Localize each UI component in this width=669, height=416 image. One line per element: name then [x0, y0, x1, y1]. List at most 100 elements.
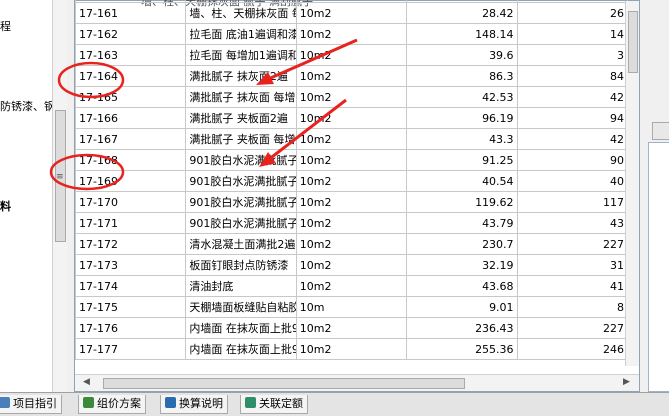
tab-project-guide[interactable]: 项目指引: [0, 395, 62, 414]
row-code[interactable]: 17-162: [74, 23, 187, 45]
row-unit[interactable]: 10m2: [295, 338, 408, 360]
row-price[interactable]: 86.3: [406, 65, 518, 87]
row-unit[interactable]: 10m2: [295, 44, 408, 66]
row-unit[interactable]: 10m2: [295, 86, 408, 108]
row-unit[interactable]: 10m2: [295, 233, 408, 255]
tab-related-quota[interactable]: 关联定额: [240, 395, 308, 414]
row-unit[interactable]: 10m2: [295, 23, 408, 45]
row-extra[interactable]: 40: [516, 170, 629, 192]
table-row[interactable]: 17-173 板面钉眼封点防锈漆 10m2 32.19 31: [74, 254, 629, 276]
row-code[interactable]: 17-172: [74, 233, 187, 255]
row-price[interactable]: 119.62: [406, 191, 518, 213]
row-name[interactable]: 901胶白水泥满批腻子 刮糙面增减批白水泥腻子1遍: [185, 212, 297, 234]
row-extra[interactable]: 42: [516, 128, 629, 150]
table-row[interactable]: 17-163拉毛面 每增加1遍调和漆10m239.63: [74, 44, 629, 66]
row-extra[interactable]: 94: [516, 107, 629, 129]
table-row[interactable]: 17-164 满批腻子 抹灰面2遍 10m2 86.3 84: [74, 65, 629, 87]
table-row[interactable]: 17-172清水混凝土面满批2遍901胶白水泥腻子10m2230.7227: [74, 233, 629, 255]
row-unit[interactable]: 10m2: [295, 107, 408, 129]
left-tree-item[interactable]: 料: [0, 198, 11, 214]
row-name[interactable]: 拉毛面 每增加1遍调和漆: [185, 44, 297, 66]
table-row[interactable]: 17-169901胶白水泥满批腻子 抹灰面增减批白水泥腻子1遍10m240.54…: [74, 170, 629, 192]
row-unit[interactable]: 10m2: [295, 317, 408, 339]
row-unit[interactable]: 10m2: [295, 65, 408, 87]
row-name[interactable]: 拉毛面 底油1遍调和漆2遍: [185, 23, 297, 45]
row-unit[interactable]: 10m2: [295, 212, 408, 234]
row-code[interactable]: 17-176: [74, 317, 187, 339]
row-code[interactable]: 17-163: [74, 44, 187, 66]
scroll-left-icon[interactable]: ◀: [83, 377, 90, 387]
row-code[interactable]: 17-168: [74, 149, 187, 171]
table-row[interactable]: 17-175天棚墙面板缝贴自粘胶带10m9.018: [74, 296, 629, 318]
row-code[interactable]: 17-171: [74, 212, 187, 234]
row-extra[interactable]: 90: [516, 149, 629, 171]
row-unit[interactable]: 10m2: [295, 2, 408, 24]
left-scrollbar[interactable]: ≡: [52, 0, 67, 392]
vertical-scrollbar-thumb[interactable]: [628, 11, 638, 73]
row-extra[interactable]: 117: [516, 191, 629, 213]
row-name[interactable]: 满批腻子 夹板面2遍: [185, 107, 297, 129]
row-price[interactable]: 43.3: [406, 128, 518, 150]
horizontal-scrollbar-thumb[interactable]: [103, 378, 465, 389]
table-row[interactable]: 17-174 清油封底 10m2 43.68 41: [74, 275, 629, 297]
row-price[interactable]: 230.7: [406, 233, 518, 255]
table-row[interactable]: 17-162拉毛面 底油1遍调和漆2遍10m2148.1414: [74, 23, 629, 45]
row-price[interactable]: 39.6: [406, 44, 518, 66]
row-price[interactable]: 28.42: [406, 2, 518, 24]
row-unit[interactable]: 10m2: [295, 191, 408, 213]
row-name[interactable]: 内墙面 在抹灰面上批901胶白水泥腻子三遍、刷乳胶漆3遍: [185, 338, 297, 360]
row-code[interactable]: 17-174: [74, 275, 187, 297]
grid-horizontal-scrollbar[interactable]: ◀ ▶: [75, 374, 639, 391]
row-name[interactable]: 清油封底: [185, 275, 297, 297]
row-code[interactable]: 17-169: [74, 170, 187, 192]
row-extra[interactable]: 227: [516, 233, 629, 255]
table-row[interactable]: 17-165满批腻子 抹灰面 每增减1遍10m242.5342: [74, 86, 629, 108]
row-price[interactable]: 96.19: [406, 107, 518, 129]
row-code[interactable]: 17-167: [74, 128, 187, 150]
row-code[interactable]: 17-164: [74, 65, 187, 87]
row-name[interactable]: 901胶白水泥满批腻子 刮糙面2遍: [185, 191, 297, 213]
table-row[interactable]: 17-177内墙面 在抹灰面上批901胶白水泥腻子三遍、刷乳胶漆3遍10m225…: [74, 338, 629, 360]
grid-vertical-scrollbar[interactable]: [625, 1, 639, 366]
row-code[interactable]: 17-177: [74, 338, 187, 360]
table-row[interactable]: 17-176内墙面 在抹灰面上批901胶混合腻子三遍、刷乳胶漆3遍10m2236…: [74, 317, 629, 339]
row-unit[interactable]: 10m2: [295, 149, 408, 171]
row-extra[interactable]: 14: [516, 23, 629, 45]
row-extra[interactable]: 42: [516, 86, 629, 108]
row-price[interactable]: 255.36: [406, 338, 518, 360]
row-extra[interactable]: 3: [516, 44, 629, 66]
table-row[interactable]: 17-168901胶白水泥满批腻子 抹灰面、石膏板面2遍10m291.2590: [74, 149, 629, 171]
row-price[interactable]: 236.43: [406, 317, 518, 339]
row-name[interactable]: 内墙面 在抹灰面上批901胶混合腻子三遍、刷乳胶漆3遍: [185, 317, 297, 339]
row-name[interactable]: 墙、柱、天棚抹灰面 每增加1遍调和漆: [185, 2, 297, 24]
row-code[interactable]: 17-166: [74, 107, 187, 129]
row-unit[interactable]: 10m2: [295, 254, 408, 276]
row-unit[interactable]: 10m2: [295, 275, 408, 297]
scroll-right-icon[interactable]: ▶: [623, 377, 630, 387]
table-row[interactable]: 17-167满批腻子 夹板面 每增减1遍10m243.342: [74, 128, 629, 150]
tab-conversion-notes[interactable]: 换算说明: [160, 395, 228, 414]
row-price[interactable]: 91.25: [406, 149, 518, 171]
row-unit[interactable]: 10m: [295, 296, 408, 318]
row-name[interactable]: 满批腻子 抹灰面 每增减1遍: [185, 86, 297, 108]
row-code[interactable]: 17-161: [74, 2, 187, 24]
row-extra[interactable]: 227: [516, 317, 629, 339]
table-row[interactable]: 17-161墙、柱、天棚抹灰面 每增加1遍调和漆10m228.4226: [74, 2, 629, 24]
row-code[interactable]: 17-165: [74, 86, 187, 108]
row-name[interactable]: 天棚墙面板缝贴自粘胶带: [185, 296, 297, 318]
row-name[interactable]: 满批腻子 抹灰面2遍: [185, 65, 297, 87]
table-row[interactable]: 17-170901胶白水泥满批腻子 刮糙面2遍10m2119.62117: [74, 191, 629, 213]
row-name[interactable]: 901胶白水泥满批腻子 抹灰面、石膏板面2遍: [185, 149, 297, 171]
row-name[interactable]: 满批腻子 夹板面 每增减1遍: [185, 128, 297, 150]
row-price[interactable]: 148.14: [406, 23, 518, 45]
row-extra[interactable]: 26: [516, 2, 629, 24]
row-unit[interactable]: 10m2: [295, 128, 408, 150]
row-code[interactable]: 17-173: [74, 254, 187, 276]
row-extra[interactable]: 41: [516, 275, 629, 297]
panel-toggle-button[interactable]: [652, 122, 669, 140]
row-extra[interactable]: 246: [516, 338, 629, 360]
left-tree-item[interactable]: 程: [0, 18, 11, 34]
row-extra[interactable]: 8: [516, 296, 629, 318]
row-price[interactable]: 9.01: [406, 296, 518, 318]
table-row[interactable]: 17-166 满批腻子 夹板面2遍 10m2 96.19 94: [74, 107, 629, 129]
